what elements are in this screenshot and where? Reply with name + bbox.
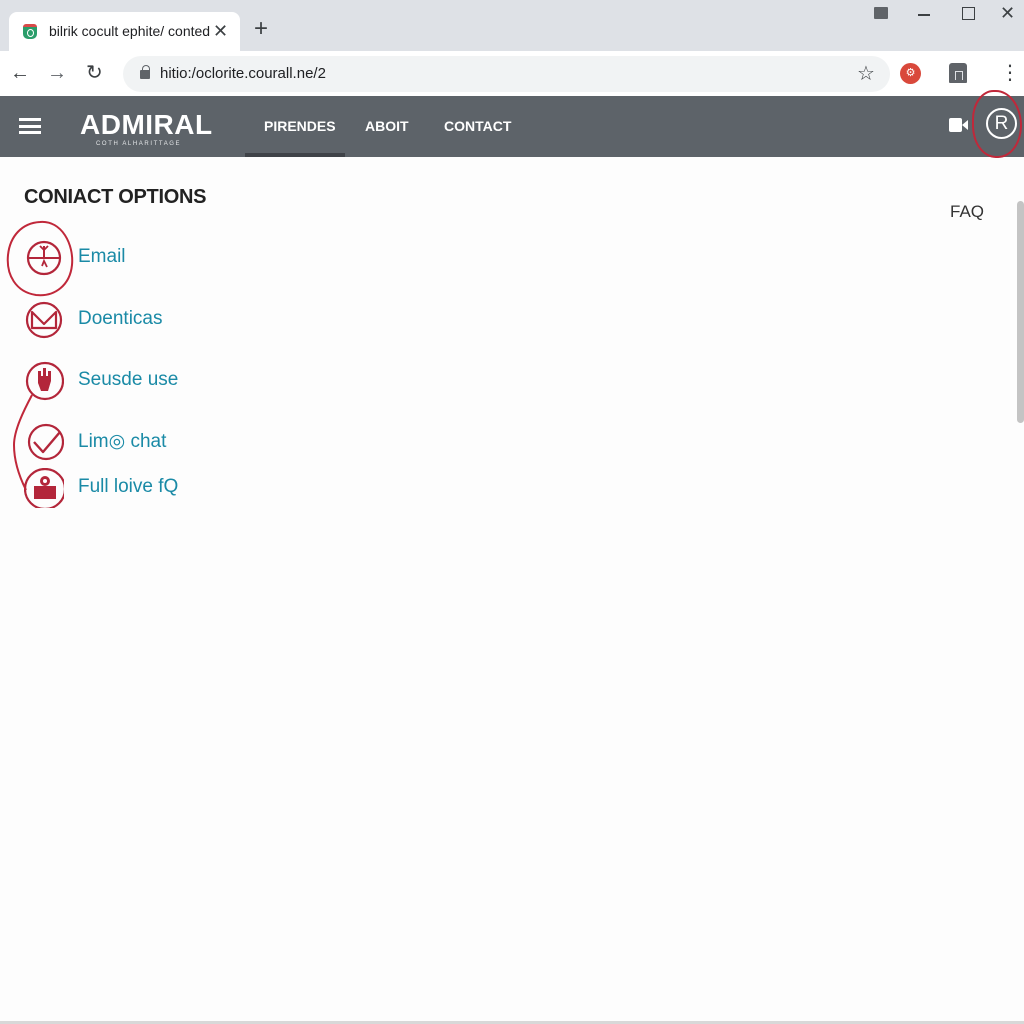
address-bar[interactable]: hitio:/oclorite.courall.ne/2 ☆ bbox=[123, 56, 890, 92]
logo-text: ADMIRAL bbox=[80, 109, 213, 140]
site-logo[interactable]: ADMIRAL COTH ALHARITTAGE bbox=[80, 110, 213, 148]
video-camera-icon[interactable] bbox=[949, 118, 969, 132]
browser-tab[interactable]: bilrik cocult ephite/ conted ✕ bbox=[9, 12, 240, 51]
reload-button[interactable]: ↻ bbox=[86, 61, 103, 85]
contact-option-label: Full loive fQ bbox=[78, 476, 179, 497]
nav-link-pirendes[interactable]: PIRENDES bbox=[264, 118, 336, 134]
registered-profile-icon[interactable]: R bbox=[986, 108, 1017, 139]
hand-icon bbox=[25, 361, 64, 401]
back-button[interactable]: ← bbox=[10, 61, 30, 85]
forward-button[interactable]: → bbox=[47, 61, 67, 85]
new-tab-button[interactable]: + bbox=[254, 17, 268, 41]
tab-close-icon[interactable]: ✕ bbox=[213, 21, 228, 41]
lock-icon[interactable] bbox=[140, 65, 150, 79]
contact-option-label: Doenticas bbox=[78, 308, 163, 329]
vertical-scrollbar[interactable] bbox=[1017, 201, 1024, 423]
contact-option-label: Lim◎ chat bbox=[78, 431, 167, 452]
compass-icon bbox=[26, 240, 62, 276]
nav-link-contact[interactable]: CONTACT bbox=[444, 118, 511, 134]
browser-tab-strip: bilrik cocult ephite/ conted ✕ + ✕ bbox=[0, 0, 1024, 51]
page-title: CONIACT OPTIONS bbox=[24, 186, 207, 208]
window-close-button[interactable]: ✕ bbox=[1000, 4, 1022, 22]
envelope-icon bbox=[25, 301, 63, 339]
site-header: ADMIRAL COTH ALHARITTAGE PIRENDES ABOIT … bbox=[0, 96, 1024, 157]
contact-option-label: Seusde use bbox=[78, 369, 179, 390]
site-favicon-icon bbox=[23, 24, 37, 39]
active-nav-indicator bbox=[245, 153, 345, 157]
url-text[interactable]: hitio:/oclorite.courall.ne/2 bbox=[160, 65, 326, 82]
extension-red-icon[interactable]: ⚙ bbox=[900, 63, 921, 84]
minimize-button[interactable] bbox=[914, 5, 936, 23]
phone-icon bbox=[24, 468, 64, 508]
nav-link-about[interactable]: ABOIT bbox=[365, 118, 409, 134]
contact-option-label: Email bbox=[78, 246, 126, 267]
checkmark-icon bbox=[27, 423, 64, 461]
logo-tagline: COTH ALHARITTAGE bbox=[96, 141, 182, 147]
faq-link[interactable]: FAQ bbox=[950, 202, 984, 222]
bookmark-star-icon[interactable]: ☆ bbox=[857, 61, 875, 86]
hamburger-menu-icon[interactable] bbox=[19, 118, 41, 134]
browser-toolbar: ← → ↻ hitio:/oclorite.courall.ne/2 ☆ ⚙ ⋮ bbox=[0, 51, 1024, 96]
maximize-button[interactable] bbox=[958, 5, 980, 23]
tab-search-icon[interactable] bbox=[874, 7, 888, 19]
extension-puzzle-icon[interactable] bbox=[949, 63, 967, 83]
browser-menu-icon[interactable]: ⋮ bbox=[1000, 61, 1020, 85]
tab-title: bilrik cocult ephite/ conted bbox=[49, 23, 211, 39]
